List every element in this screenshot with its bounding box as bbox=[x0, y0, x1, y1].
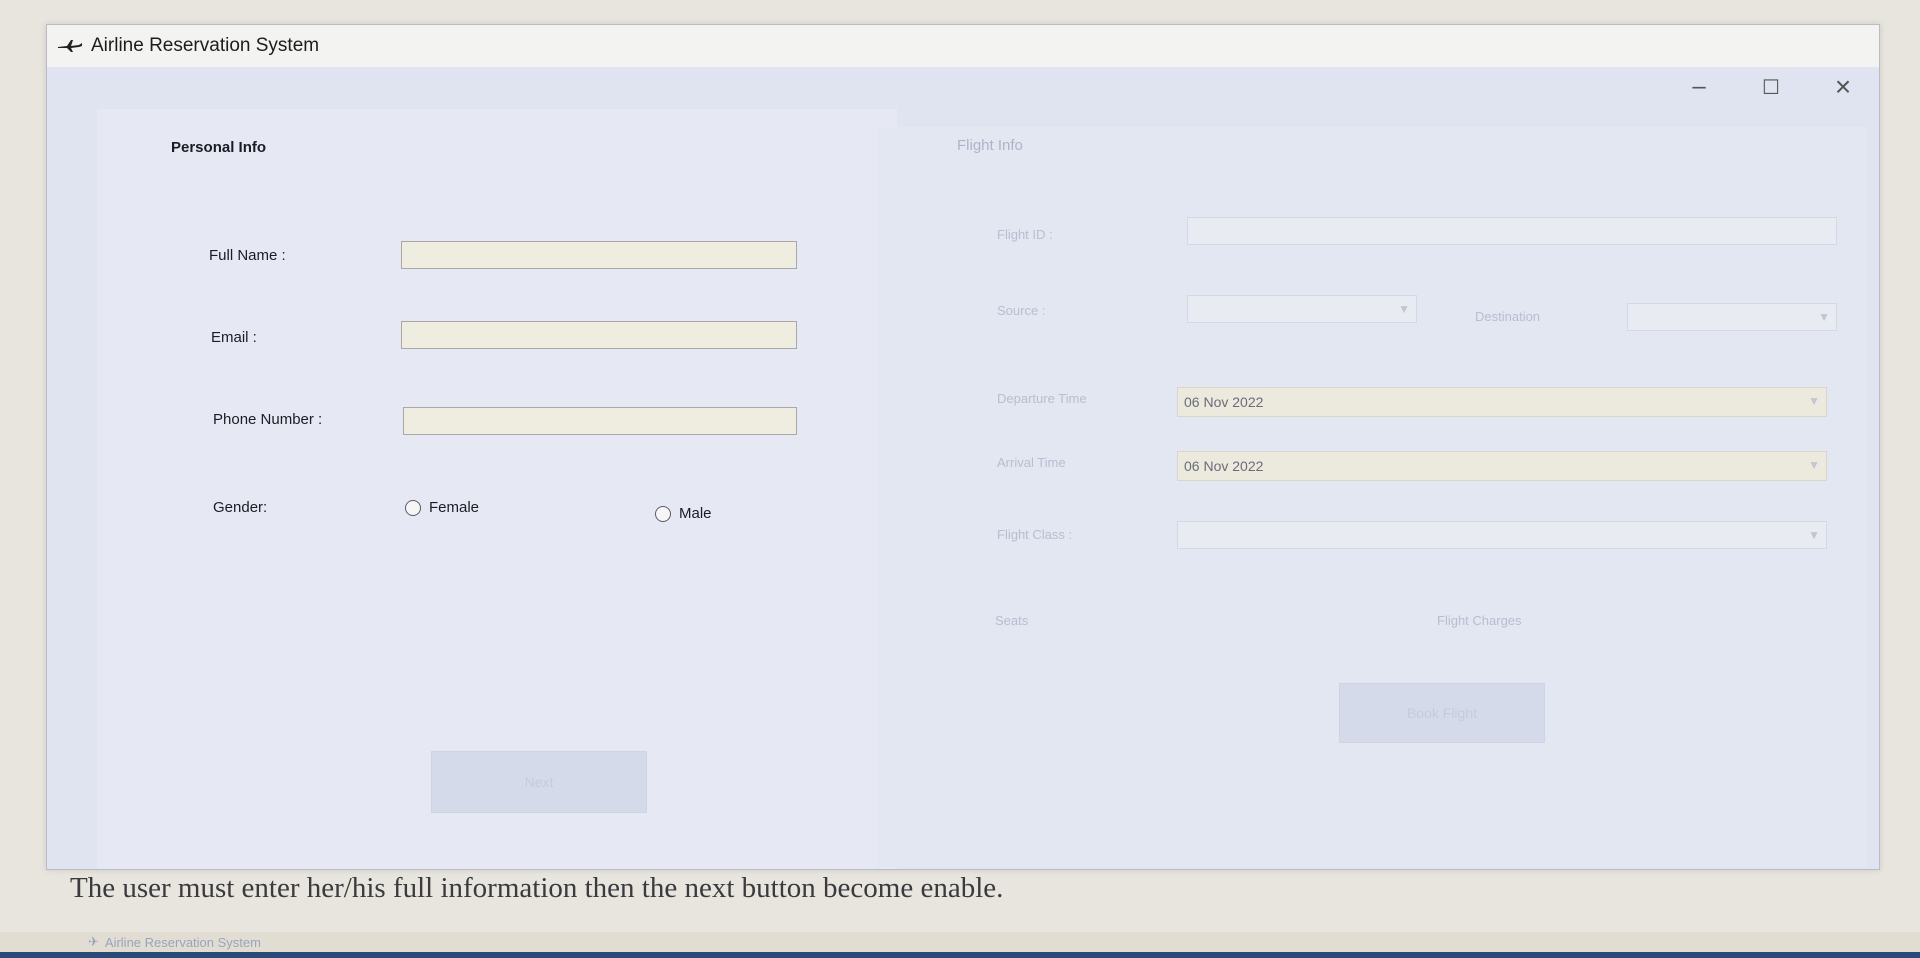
title-group: Airline Reservation System bbox=[57, 35, 319, 57]
arrival-time-value: 06 Nov 2022 bbox=[1184, 458, 1264, 474]
close-button[interactable]: × bbox=[1807, 67, 1879, 107]
full-name-field[interactable] bbox=[401, 241, 797, 269]
arrival-time-label: Arrival Time bbox=[997, 455, 1066, 470]
email-label: Email : bbox=[211, 329, 257, 346]
arrival-time-picker[interactable]: 06 Nov 2022 ▼ bbox=[1177, 451, 1827, 481]
flight-charges-label: Flight Charges bbox=[1437, 613, 1522, 628]
destination-dropdown[interactable]: ▼ bbox=[1627, 303, 1837, 331]
phone-number-label: Phone Number : bbox=[213, 411, 323, 428]
ghost-title-text: Airline Reservation System bbox=[104, 934, 261, 950]
gender-radio-male[interactable]: Male bbox=[655, 505, 712, 522]
window-controls: – ☐ × bbox=[1663, 67, 1879, 107]
departure-time-value: 06 Nov 2022 bbox=[1184, 394, 1264, 410]
airplane-icon: ✈ bbox=[88, 934, 99, 949]
next-button[interactable]: Next bbox=[431, 751, 647, 813]
gender-male-label: Male bbox=[679, 505, 712, 522]
phone-number-input[interactable] bbox=[404, 408, 796, 434]
gender-female-label: Female bbox=[429, 499, 480, 516]
full-name-label: Full Name : bbox=[209, 247, 286, 264]
client-area: – ☐ × Personal Info Full Name : Email : … bbox=[47, 67, 1879, 869]
flight-info-panel: Flight Info Flight ID : Source : ▼ Desti… bbox=[877, 127, 1867, 867]
destination-label: Destination bbox=[1475, 309, 1541, 324]
airplane-icon bbox=[58, 40, 82, 52]
maximize-button[interactable]: ☐ bbox=[1735, 67, 1807, 107]
chevron-down-icon: ▼ bbox=[1818, 310, 1830, 324]
minimize-button[interactable]: – bbox=[1663, 67, 1735, 107]
personal-info-title: Personal Info bbox=[171, 139, 267, 156]
gender-radio-female[interactable]: Female bbox=[405, 499, 479, 516]
source-label: Source : bbox=[997, 303, 1046, 318]
calendar-dropdown-icon[interactable]: ▼ bbox=[1808, 458, 1820, 472]
departure-time-label: Departure Time bbox=[997, 391, 1087, 406]
source-dropdown[interactable]: ▼ bbox=[1187, 295, 1417, 323]
caption-text: The user must enter her/his full informa… bbox=[70, 872, 1004, 904]
book-flight-button[interactable]: Book Flight bbox=[1339, 683, 1545, 743]
personal-info-panel: Personal Info Full Name : Email : Phone … bbox=[97, 109, 897, 869]
taskbar-edge bbox=[0, 952, 1920, 958]
seats-label: Seats bbox=[995, 613, 1029, 628]
phone-number-field[interactable] bbox=[403, 407, 797, 435]
flight-class-label: Flight Class : bbox=[997, 527, 1073, 542]
calendar-dropdown-icon[interactable]: ▼ bbox=[1808, 394, 1820, 408]
radio-circle-icon[interactable] bbox=[655, 505, 671, 522]
radio-circle-icon[interactable] bbox=[405, 499, 421, 516]
full-name-input[interactable] bbox=[402, 242, 796, 268]
window-title: Airline Reservation System bbox=[91, 35, 320, 56]
flight-id-label: Flight ID : bbox=[997, 227, 1053, 242]
chevron-down-icon: ▼ bbox=[1808, 528, 1820, 542]
flight-id-field[interactable] bbox=[1187, 217, 1837, 245]
app-window: Airline Reservation System – ☐ × Persona… bbox=[46, 24, 1880, 870]
flight-info-title: Flight Info bbox=[957, 137, 1023, 154]
chevron-down-icon: ▼ bbox=[1398, 302, 1410, 316]
departure-time-picker[interactable]: 06 Nov 2022 ▼ bbox=[1177, 387, 1827, 417]
title-bar[interactable]: Airline Reservation System bbox=[47, 25, 1879, 67]
email-field[interactable] bbox=[401, 321, 797, 349]
gender-label: Gender: bbox=[213, 499, 268, 516]
email-input[interactable] bbox=[402, 322, 796, 348]
ghost-window-title: ✈ Airline Reservation System bbox=[88, 934, 261, 950]
flight-class-dropdown[interactable]: ▼ bbox=[1177, 521, 1827, 549]
